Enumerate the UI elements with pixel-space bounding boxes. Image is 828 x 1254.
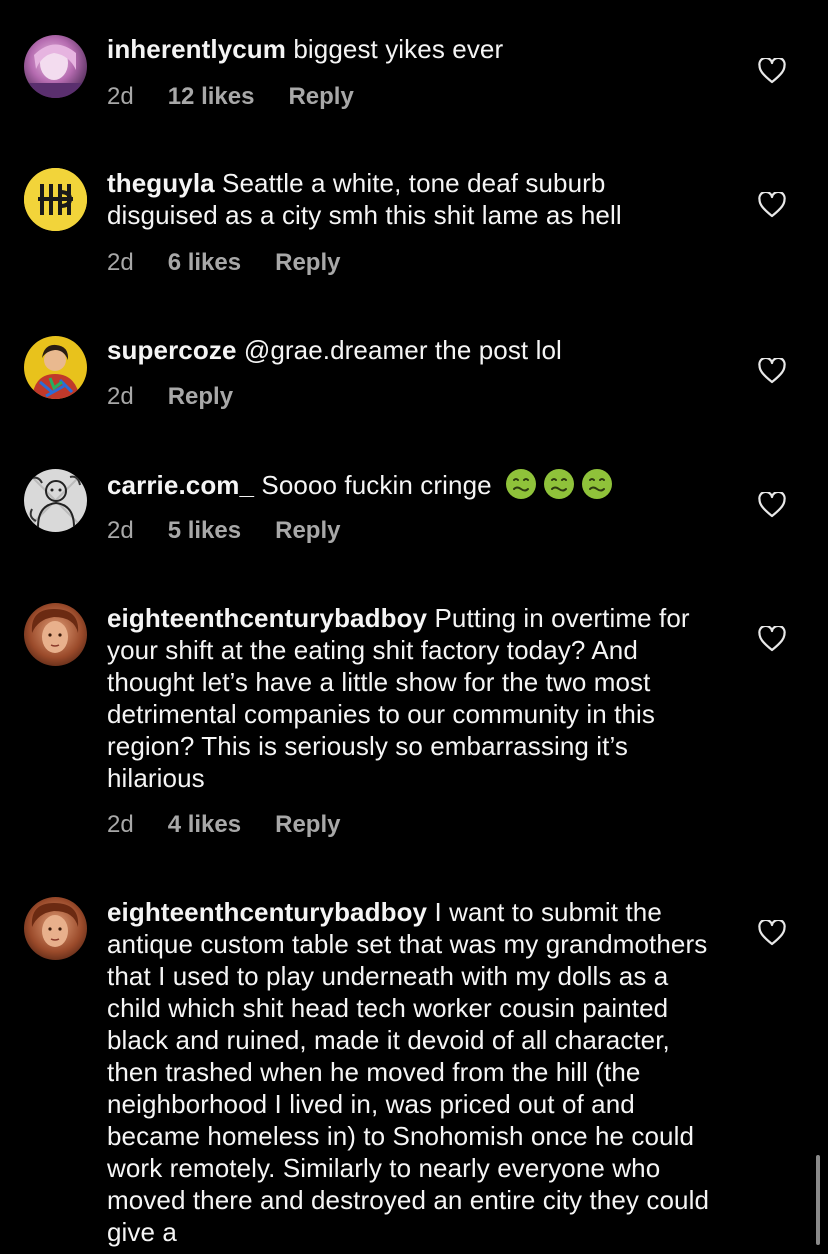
comment-meta: 2d 12 likes Reply	[107, 83, 354, 111]
reply-button[interactable]: Reply	[275, 249, 340, 277]
comment-meta: 2d 4 likes Reply	[107, 811, 340, 839]
comment-meta: 2d 6 likes Reply	[107, 249, 340, 277]
comment-username[interactable]: supercoze	[107, 335, 237, 365]
reply-button[interactable]: Reply	[168, 383, 233, 411]
reply-button[interactable]: Reply	[275, 517, 340, 545]
nauseated-face-emoji	[505, 468, 537, 500]
comment-content: biggest yikes ever	[293, 34, 504, 64]
comment-content: I want to submit the antique custom tabl…	[107, 897, 710, 1247]
scrollbar[interactable]	[816, 1155, 820, 1245]
comment-username[interactable]: eighteenthcenturybadboy	[107, 897, 427, 927]
heart-outline-icon[interactable]	[758, 626, 786, 652]
nauseated-face-emoji	[581, 468, 613, 500]
nauseated-face-emoji	[543, 468, 575, 500]
comment-likes[interactable]: 12 likes	[168, 83, 255, 111]
comment-time: 2d	[107, 811, 134, 838]
heart-outline-icon[interactable]	[758, 358, 786, 384]
heart-outline-icon[interactable]	[758, 58, 786, 84]
reply-button[interactable]: Reply	[288, 83, 353, 111]
avatar[interactable]	[24, 168, 87, 231]
comment-content: Soooo fuckin cringe	[261, 470, 492, 500]
avatar[interactable]	[24, 336, 87, 399]
comment-time: 2d	[107, 517, 134, 544]
comment-username[interactable]: eighteenthcenturybadboy	[107, 603, 427, 633]
comment-text: carrie.com_ Soooo fuckin cringe	[107, 468, 722, 501]
comment-username[interactable]: inherentlycum	[107, 34, 286, 64]
comment-likes[interactable]: 5 likes	[168, 517, 241, 545]
comment-likes[interactable]: 6 likes	[168, 249, 241, 277]
heart-outline-icon[interactable]	[758, 192, 786, 218]
comment-likes[interactable]: 4 likes	[168, 811, 241, 839]
comment-username[interactable]: theguyla	[107, 168, 215, 198]
comment-text: eighteenthcenturybadboy I want to submit…	[107, 896, 722, 1248]
avatar[interactable]	[24, 469, 87, 532]
avatar[interactable]	[24, 897, 87, 960]
comment-text: supercoze @grae.dreamer the post lol	[107, 334, 722, 366]
comment-meta: 2d Reply	[107, 383, 233, 411]
comment-text: theguyla Seattle a white, tone deaf subu…	[107, 167, 722, 231]
comment-time: 2d	[107, 383, 134, 410]
avatar[interactable]	[24, 603, 87, 666]
comment-time: 2d	[107, 249, 134, 276]
comment-meta: 2d 5 likes Reply	[107, 517, 340, 545]
reply-button[interactable]: Reply	[275, 811, 340, 839]
heart-outline-icon[interactable]	[758, 492, 786, 518]
comment-username[interactable]: carrie.com_	[107, 470, 254, 500]
heart-outline-icon[interactable]	[758, 920, 786, 946]
comment-text: inherentlycum biggest yikes ever	[107, 33, 722, 65]
comment-text: eighteenthcenturybadboy Putting in overt…	[107, 602, 722, 794]
avatar[interactable]	[24, 35, 87, 98]
comment-content: @grae.dreamer the post lol	[243, 335, 562, 365]
comment-time: 2d	[107, 83, 134, 110]
